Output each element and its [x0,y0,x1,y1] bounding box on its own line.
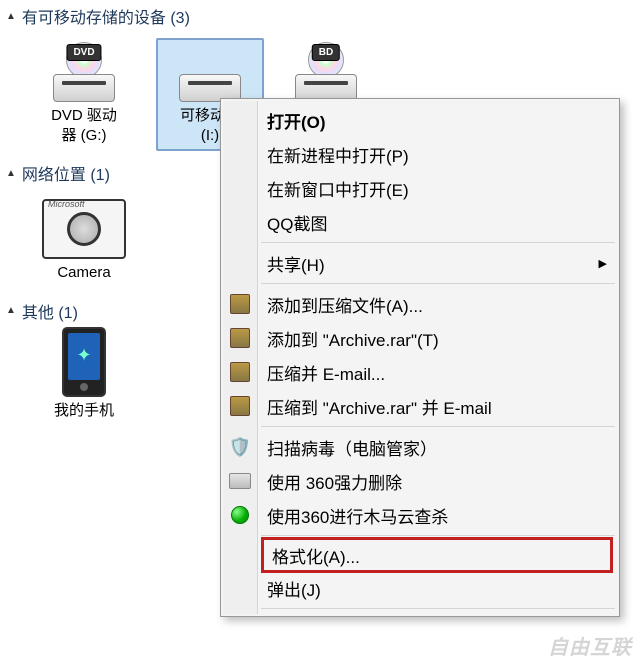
phone-icon: ✦ [34,339,134,397]
section-title: 其他 (1) [22,299,78,323]
watermark: 自由互联 [548,631,632,660]
section-header-removable[interactable]: ▲ 有可移动存储的设备 (3) [0,0,640,32]
menu-compress-email[interactable]: 压缩并 E-mail... [223,355,617,389]
menu-share[interactable]: 共享(H) ▶ [223,246,617,280]
submenu-arrow-icon: ▶ [599,257,607,270]
section-title: 网络位置 (1) [22,161,110,185]
menu-open[interactable]: 打开(O) [223,103,617,137]
collapse-icon: ▲ [6,11,16,22]
device-my-phone[interactable]: ✦ 我的手机 [30,333,138,427]
menu-360-cloud-scan[interactable]: 使用360进行木马云查杀 [223,498,617,532]
menu-360-force-delete[interactable]: 使用 360强力删除 [223,464,617,498]
rar-icon [229,361,251,383]
shield-icon: 🛡️ [229,436,251,458]
collapse-icon: ▲ [6,305,16,316]
menu-separator [261,608,615,609]
menu-open-new-process[interactable]: 在新进程中打开(P) [223,137,617,171]
device-dvd-drive[interactable]: DVD DVD 驱动 器 (G:) [30,38,138,151]
section-title: 有可移动存储的设备 (3) [22,4,190,28]
collapse-icon: ▲ [6,168,16,179]
360-icon [229,504,251,526]
menu-separator [261,426,615,427]
menu-qq-screenshot[interactable]: QQ截图 [223,205,617,239]
camera-icon: Microsoft [34,201,134,259]
rar-icon [229,293,251,315]
menu-open-new-window[interactable]: 在新窗口中打开(E) [223,171,617,205]
context-menu: 打开(O) 在新进程中打开(P) 在新窗口中打开(E) QQ截图 共享(H) ▶… [220,98,620,617]
menu-eject[interactable]: 弹出(J) [223,571,617,605]
menu-separator [261,283,615,284]
menu-separator [261,535,615,536]
bd-drive-icon: BD [286,44,366,102]
device-camera[interactable]: Microsoft Camera [30,195,138,289]
device-label: DVD 驱动 器 (G:) [34,106,134,145]
menu-add-to-archive-rar[interactable]: 添加到 "Archive.rar"(T) [223,321,617,355]
menu-scan-virus[interactable]: 🛡️ 扫描病毒（电脑管家） [223,430,617,464]
device-label: 我的手机 [34,401,134,421]
device-label: Camera [34,263,134,283]
dvd-drive-icon: DVD [34,44,134,102]
menu-separator [261,242,615,243]
rar-icon [229,327,251,349]
removable-disk-icon [160,44,260,102]
menu-add-to-archive[interactable]: 添加到压缩文件(A)... [223,287,617,321]
menu-format[interactable]: 格式化(A)... [264,540,610,570]
rar-icon [229,395,251,417]
shredder-icon [229,470,251,492]
menu-compress-rar-email[interactable]: 压缩到 "Archive.rar" 并 E-mail [223,389,617,423]
highlight-format: 格式化(A)... [261,537,613,573]
